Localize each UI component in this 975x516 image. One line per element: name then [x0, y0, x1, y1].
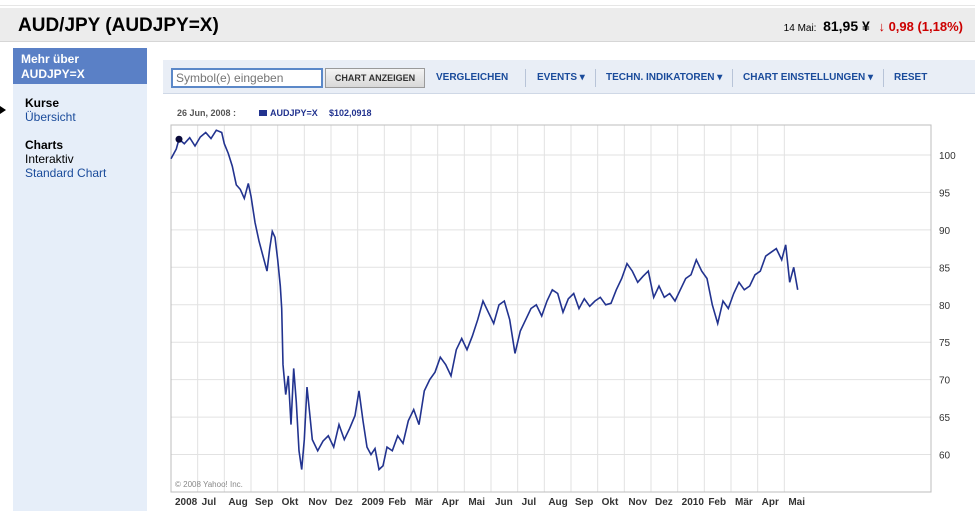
x-tick-label: Mai [788, 497, 805, 508]
copyright-note: © 2008 Yahoo! Inc. [175, 480, 243, 489]
toolbar-divider [525, 69, 526, 87]
sidebar-group-charts: Charts Interaktiv Standard Chart [13, 124, 147, 180]
x-tick-label: Aug [228, 497, 247, 508]
sidebar-item-standard-chart[interactable]: Standard Chart [25, 166, 147, 180]
chart-toolbar: CHART ANZEIGEN VERGLEICHEN EVENTS ▾ TECH… [163, 60, 975, 94]
x-tick-label: Mär [415, 497, 433, 508]
quote-price: 81,95 ¥ [823, 18, 870, 34]
toolbar-divider [595, 69, 596, 87]
legend-swatch [259, 110, 267, 116]
sidebar-group-kurse: Kurse Übersicht [13, 84, 147, 124]
x-tick-label: Jul [202, 497, 217, 508]
price-chart[interactable]: 60 65 70 75 80 85 90 95 100 2008 Jul Aug Sep Okt Nov D… [163, 97, 975, 511]
quote-summary: 14 Mai: 81,95 ¥ ↓ 0,98 (1,18%) [784, 18, 963, 34]
x-tick-label: 2009 [362, 497, 385, 508]
chart-background [163, 97, 975, 511]
x-tick-label: Mai [468, 497, 485, 508]
x-tick-label: Nov [308, 497, 327, 508]
y-tick-label: 80 [939, 301, 951, 312]
x-tick-label: Apr [442, 497, 459, 508]
chart-area[interactable]: 60 65 70 75 80 85 90 95 100 2008 Jul Aug Sep Okt Nov D… [163, 97, 975, 511]
x-tick-label: 2008 [175, 497, 198, 508]
x-tick-label: Okt [282, 497, 299, 508]
x-tick-label: Jul [522, 497, 537, 508]
quote-date: 14 Mai: [783, 23, 817, 34]
sidebar-item-uebersicht[interactable]: Übersicht [25, 110, 147, 124]
y-tick-label: 85 [939, 263, 951, 274]
x-tick-label: Jun [495, 497, 513, 508]
x-tick-label: Dez [655, 497, 673, 508]
quote-header: AUD/JPY (AUDJPY=X) 14 Mai: 81,95 ¥ ↓ 0,9… [0, 8, 975, 42]
hover-date: 26 Jun, 2008 : [177, 108, 236, 118]
chart-settings-menu[interactable]: CHART EINSTELLUNGEN ▾ [743, 72, 873, 83]
y-tick-label: 65 [939, 413, 951, 424]
down-arrow-icon: ↓ [878, 19, 885, 34]
x-tick-label: Nov [628, 497, 647, 508]
legend-entry: AUDJPY=X [270, 108, 318, 118]
symbol-input[interactable] [171, 68, 323, 88]
active-item-arrow-icon [0, 106, 6, 114]
sidebar-heading: Mehr über AUDJPY=X [13, 48, 147, 84]
x-tick-label: Sep [575, 497, 593, 508]
y-tick-label: 90 [939, 226, 951, 237]
y-tick-label: 100 [939, 151, 956, 162]
hover-marker [175, 135, 183, 143]
x-tick-label: Aug [548, 497, 567, 508]
x-tick-label: Okt [602, 497, 619, 508]
x-tick-label: 2010 [682, 497, 705, 508]
y-tick-label: 70 [939, 376, 951, 387]
quote-change: 0,98 (1,18%) [888, 19, 963, 34]
sidebar-item-interaktiv[interactable]: Interaktiv [25, 152, 147, 166]
show-chart-button[interactable]: CHART ANZEIGEN [325, 68, 425, 88]
reset-button[interactable]: RESET [894, 72, 927, 83]
toolbar-divider [732, 69, 733, 87]
sidebar-label-kurse: Kurse [25, 96, 60, 110]
y-tick-label: 60 [939, 451, 951, 462]
compare-button[interactable]: VERGLEICHEN [436, 72, 508, 83]
toolbar-divider [883, 69, 884, 87]
sidebar-label-charts: Charts [25, 138, 64, 152]
top-strip [0, 0, 975, 6]
hover-value: $102,0918 [329, 108, 372, 118]
y-tick-label: 75 [939, 338, 951, 349]
indicators-menu[interactable]: TECHN. INDIKATOREN ▾ [606, 72, 722, 83]
x-tick-label: Feb [708, 497, 726, 508]
page-title: AUD/JPY (AUDJPY=X) [18, 15, 219, 36]
sidebar: Mehr über AUDJPY=X Kurse Übersicht Chart… [13, 48, 147, 511]
x-tick-label: Sep [255, 497, 273, 508]
x-tick-label: Apr [762, 497, 779, 508]
events-menu[interactable]: EVENTS ▾ [537, 72, 585, 83]
y-tick-label: 95 [939, 188, 951, 199]
x-tick-label: Feb [388, 497, 406, 508]
x-tick-label: Mär [735, 497, 753, 508]
x-tick-label: Dez [335, 497, 353, 508]
